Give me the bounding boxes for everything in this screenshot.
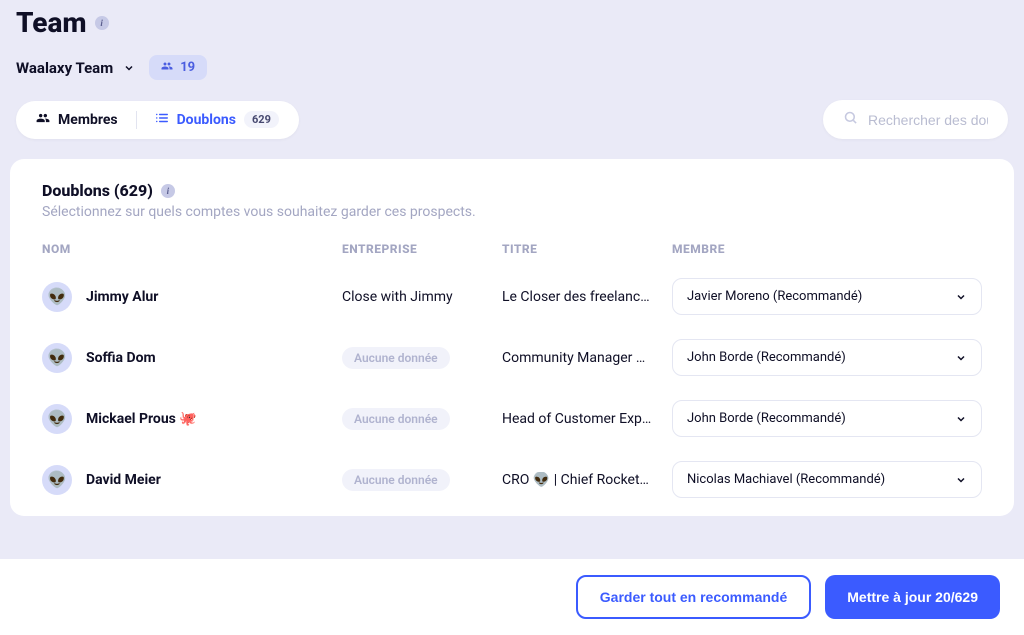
member-select-value: Nicolas Machiavel (Recommandé) (687, 472, 885, 487)
tab-members-label: Membres (58, 112, 118, 128)
table-row: 👽 Mickael Prous 🐙 Aucune donnée Head of Cus… (42, 388, 982, 449)
member-select[interactable]: John Borde (Recommandé) (672, 400, 982, 437)
card-title: Doublons (629) (42, 181, 153, 200)
tab-divider (136, 111, 137, 129)
member-select-value: Javier Moreno (Recommandé) (687, 289, 862, 304)
title-cell: Head of Customer Exp… (502, 411, 652, 427)
member-select-value: John Borde (Recommandé) (687, 411, 846, 426)
th-member: MEMBRE (672, 242, 982, 256)
member-select[interactable]: John Borde (Recommandé) (672, 339, 982, 376)
no-data-pill: Aucune donnée (342, 408, 450, 430)
tab-pills: Membres Doublons 629 (16, 101, 299, 139)
search-icon (843, 110, 858, 129)
tab-members[interactable]: Membres (36, 111, 118, 129)
name-cell: 👽 David Meier (42, 465, 332, 495)
footer-bar: Garder tout en recommandé Mettre à jour … (0, 559, 1024, 635)
company-cell: Aucune donnée (342, 408, 492, 430)
list-icon (155, 111, 169, 129)
person-name: Mickael Prous 🐙 (86, 411, 197, 427)
member-count-badge[interactable]: 19 (149, 55, 207, 80)
th-company: ENTREPRISE (342, 242, 492, 256)
chevron-down-icon (123, 62, 135, 74)
users-icon (161, 60, 173, 75)
info-icon[interactable]: i (95, 16, 109, 30)
person-name: David Meier (86, 472, 161, 488)
avatar: 👽 (42, 404, 72, 434)
member-select[interactable]: Nicolas Machiavel (Recommandé) (672, 461, 982, 498)
doublons-table: NOM ENTREPRISE TITRE MEMBRE 👽 Jimmy Alur C… (42, 242, 982, 506)
tab-doublons-label: Doublons (177, 112, 236, 128)
no-data-pill: Aucune donnée (342, 347, 450, 369)
page-title: Team (16, 6, 87, 39)
chevron-down-icon (955, 413, 967, 425)
card-subtitle: Sélectionnez sur quels comptes vous souh… (42, 204, 982, 220)
member-select-value: John Borde (Recommandé) (687, 350, 846, 365)
title-cell: Le Closer des freelances (502, 289, 652, 305)
company-cell: Aucune donnée (342, 469, 492, 491)
person-name: Jimmy Alur (86, 289, 158, 305)
chevron-down-icon (955, 291, 967, 303)
chevron-down-icon (955, 352, 967, 364)
company-cell: Aucune donnée (342, 347, 492, 369)
search-box[interactable] (823, 100, 1008, 139)
tab-doublons[interactable]: Doublons 629 (155, 111, 279, 129)
name-cell: 👽 Mickael Prous 🐙 (42, 404, 332, 434)
name-cell: 👽 Soffia Dom (42, 343, 332, 373)
company-cell: Close with Jimmy (342, 289, 492, 305)
avatar: 👽 (42, 465, 72, 495)
search-input[interactable] (868, 112, 988, 128)
name-cell: 👽 Jimmy Alur (42, 282, 332, 312)
table-row: 👽 David Meier Aucune donnée CRO 👽 | Chief R… (42, 449, 982, 506)
th-title: TITRE (502, 242, 662, 256)
member-select[interactable]: Javier Moreno (Recommandé) (672, 278, 982, 315)
avatar: 👽 (42, 343, 72, 373)
chevron-down-icon (955, 474, 967, 486)
info-icon[interactable]: i (161, 184, 175, 198)
table-row: 👽 Soffia Dom Aucune donnée Community Manage… (42, 327, 982, 388)
member-count-value: 19 (180, 60, 195, 75)
team-selector[interactable]: Waalaxy Team (16, 59, 135, 77)
doublons-card: Doublons (629) i Sélectionnez sur quels … (10, 159, 1014, 516)
table-row: 👽 Jimmy Alur Close with Jimmy Le Closer des… (42, 266, 982, 327)
keep-recommended-button[interactable]: Garder tout en recommandé (576, 575, 812, 619)
users-icon (36, 111, 50, 129)
no-data-pill: Aucune donnée (342, 469, 450, 491)
title-cell: CRO 👽 | Chief Rocket… (502, 472, 652, 488)
doublons-count-pill: 629 (244, 111, 279, 128)
team-name-label: Waalaxy Team (16, 59, 113, 77)
person-name: Soffia Dom (86, 350, 156, 366)
th-name: NOM (42, 242, 332, 256)
title-cell: Community Manager c… (502, 350, 652, 366)
update-button[interactable]: Mettre à jour 20/629 (825, 575, 1000, 619)
avatar: 👽 (42, 282, 72, 312)
